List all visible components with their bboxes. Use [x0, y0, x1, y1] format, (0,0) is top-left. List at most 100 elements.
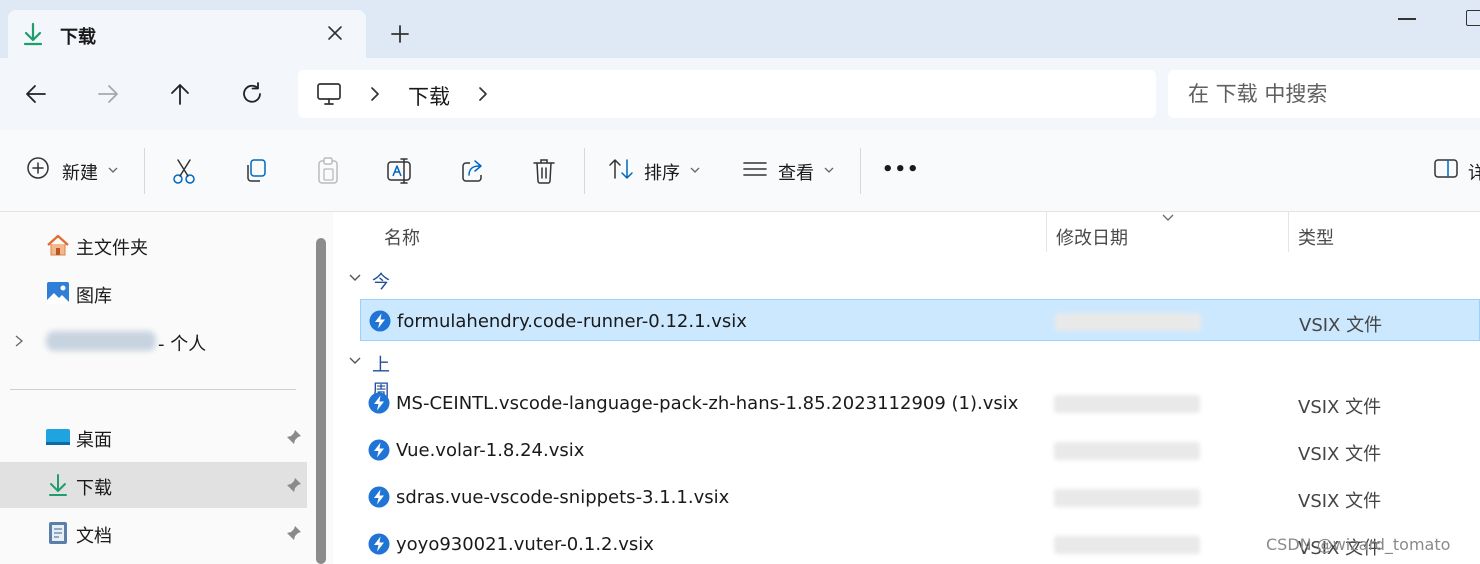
file-name: sdras.vue-vscode-snippets-3.1.1.vsix: [396, 487, 730, 508]
vsix-file-icon: [369, 310, 391, 332]
column-divider[interactable]: [1046, 212, 1047, 252]
copy-icon[interactable]: [244, 156, 268, 186]
sort-label: 排序: [644, 163, 680, 184]
file-name: Vue.volar-1.8.24.vsix: [396, 440, 585, 461]
vsix-file-icon: [368, 533, 390, 555]
file-date-redacted: [1055, 313, 1201, 331]
tab-title: 下载: [60, 27, 96, 48]
new-button[interactable]: 新建: [26, 156, 122, 186]
sidebar-item-label: 下载: [76, 478, 112, 499]
file-date-redacted: [1054, 395, 1200, 413]
maximize-icon[interactable]: [1466, 10, 1480, 26]
sidebar-item-gallery[interactable]: 图库: [0, 270, 307, 316]
title-bar: 下载: [0, 0, 1480, 58]
sidebar-item-label: 桌面: [76, 430, 112, 451]
search-box[interactable]: [1168, 70, 1480, 118]
pin-icon[interactable]: [286, 477, 302, 493]
vsix-file-icon: [368, 439, 390, 461]
trash-icon[interactable]: [532, 156, 556, 186]
details-pane-icon: [1434, 159, 1458, 178]
file-row[interactable]: MS-CEINTL.vscode-language-pack-zh-hans-1…: [360, 382, 1480, 424]
more-button[interactable]: •••: [882, 156, 919, 186]
more-label: •••: [882, 159, 920, 180]
sidebar-item-label: 文档: [76, 526, 112, 547]
refresh-icon[interactable]: [238, 80, 266, 108]
back-arrow-icon[interactable]: [22, 80, 50, 108]
documents-icon: [49, 522, 67, 544]
sidebar-item-home[interactable]: 主文件夹: [0, 222, 307, 268]
toolbar-divider: [860, 148, 861, 194]
toolbar-divider: [584, 148, 585, 194]
column-header-modified[interactable]: 修改日期: [1056, 224, 1128, 250]
sort-descending-icon: [1162, 214, 1174, 221]
column-header-type[interactable]: 类型: [1298, 224, 1334, 250]
file-date-redacted: [1054, 536, 1200, 554]
breadcrumb-downloads[interactable]: 下载: [408, 81, 450, 111]
new-label: 新建: [62, 163, 98, 184]
pin-icon[interactable]: [286, 429, 302, 445]
file-type: VSIX 文件: [1298, 397, 1382, 418]
tab-downloads[interactable]: 下载: [8, 10, 366, 58]
address-bar[interactable]: 下载: [298, 70, 1156, 118]
details-label: 详: [1468, 163, 1480, 184]
desktop-icon: [46, 429, 70, 445]
file-row[interactable]: sdras.vue-vscode-snippets-3.1.1.vsix VSI…: [360, 476, 1480, 518]
chevron-down-icon: [690, 167, 700, 173]
minimize-icon[interactable]: [1398, 18, 1416, 20]
chevron-right-icon[interactable]: [368, 84, 382, 104]
close-icon[interactable]: [324, 22, 346, 44]
sidebar-item-label: 图库: [76, 286, 112, 307]
toolbar-divider: [144, 148, 145, 194]
file-row[interactable]: formulahendry.code-runner-0.12.1.vsix VS…: [360, 299, 1480, 341]
chevron-down-icon: [824, 167, 834, 173]
navigation-bar: 下载: [0, 58, 1480, 130]
file-name: formulahendry.code-runner-0.12.1.vsix: [397, 311, 747, 332]
new-tab-icon[interactable]: [388, 22, 412, 46]
command-bar: 新建 排序 查看 ••• 详: [0, 130, 1480, 212]
up-arrow-icon[interactable]: [166, 80, 194, 108]
share-icon[interactable]: [460, 156, 486, 186]
column-divider[interactable]: [1288, 212, 1289, 252]
sidebar-scrollbar[interactable]: [316, 238, 326, 564]
column-header-name[interactable]: 名称: [384, 224, 420, 250]
sidebar-item-downloads[interactable]: 下载: [0, 462, 307, 508]
chevron-down-icon: [349, 357, 361, 364]
sort-button[interactable]: 排序: [608, 156, 704, 186]
chevron-right-icon[interactable]: [476, 84, 490, 104]
file-type: VSIX 文件: [1299, 315, 1383, 336]
vsix-file-icon: [368, 486, 390, 508]
chevron-down-icon: [349, 274, 361, 281]
file-date-redacted: [1054, 489, 1200, 507]
paste-icon[interactable]: [316, 156, 340, 186]
blurred-account-name: [46, 331, 156, 351]
file-row[interactable]: Vue.volar-1.8.24.vsix VSIX 文件: [360, 429, 1480, 471]
view-list-icon: [743, 162, 767, 176]
sidebar-divider: [10, 389, 296, 390]
sidebar-item-label: - 个人: [158, 334, 207, 355]
download-arrow-icon: [49, 474, 67, 496]
sidebar-item-desktop[interactable]: 桌面: [0, 414, 307, 460]
rename-icon[interactable]: [386, 156, 414, 186]
file-name: MS-CEINTL.vscode-language-pack-zh-hans-1…: [396, 393, 1019, 414]
computer-icon[interactable]: [316, 82, 342, 106]
search-input[interactable]: [1188, 78, 1468, 110]
sidebar-item-documents[interactable]: 文档: [0, 510, 307, 556]
sort-icon: [609, 159, 633, 179]
file-name: yoyo930021.vuter-0.1.2.vsix: [396, 534, 654, 555]
pin-icon[interactable]: [286, 525, 302, 541]
cut-icon[interactable]: [172, 156, 196, 186]
forward-arrow-icon[interactable]: [94, 80, 122, 108]
vsix-file-icon: [368, 392, 390, 414]
file-list: 名称 修改日期 类型 今天 formulahendry.code-runner-…: [334, 212, 1480, 564]
view-label: 查看: [778, 163, 814, 184]
sidebar-item-personal[interactable]: - 个人: [0, 318, 307, 364]
sidebar-item-label: 主文件夹: [76, 238, 148, 259]
file-type: VSIX 文件: [1298, 491, 1382, 512]
details-button[interactable]: 详: [1434, 156, 1480, 186]
file-type: VSIX 文件: [1298, 444, 1382, 465]
view-button[interactable]: 查看: [742, 156, 838, 186]
home-icon: [47, 234, 69, 256]
watermark: CSDN @wizard_tomato: [1266, 535, 1451, 554]
download-arrow-icon: [23, 22, 43, 46]
chevron-right-icon[interactable]: [14, 334, 24, 348]
